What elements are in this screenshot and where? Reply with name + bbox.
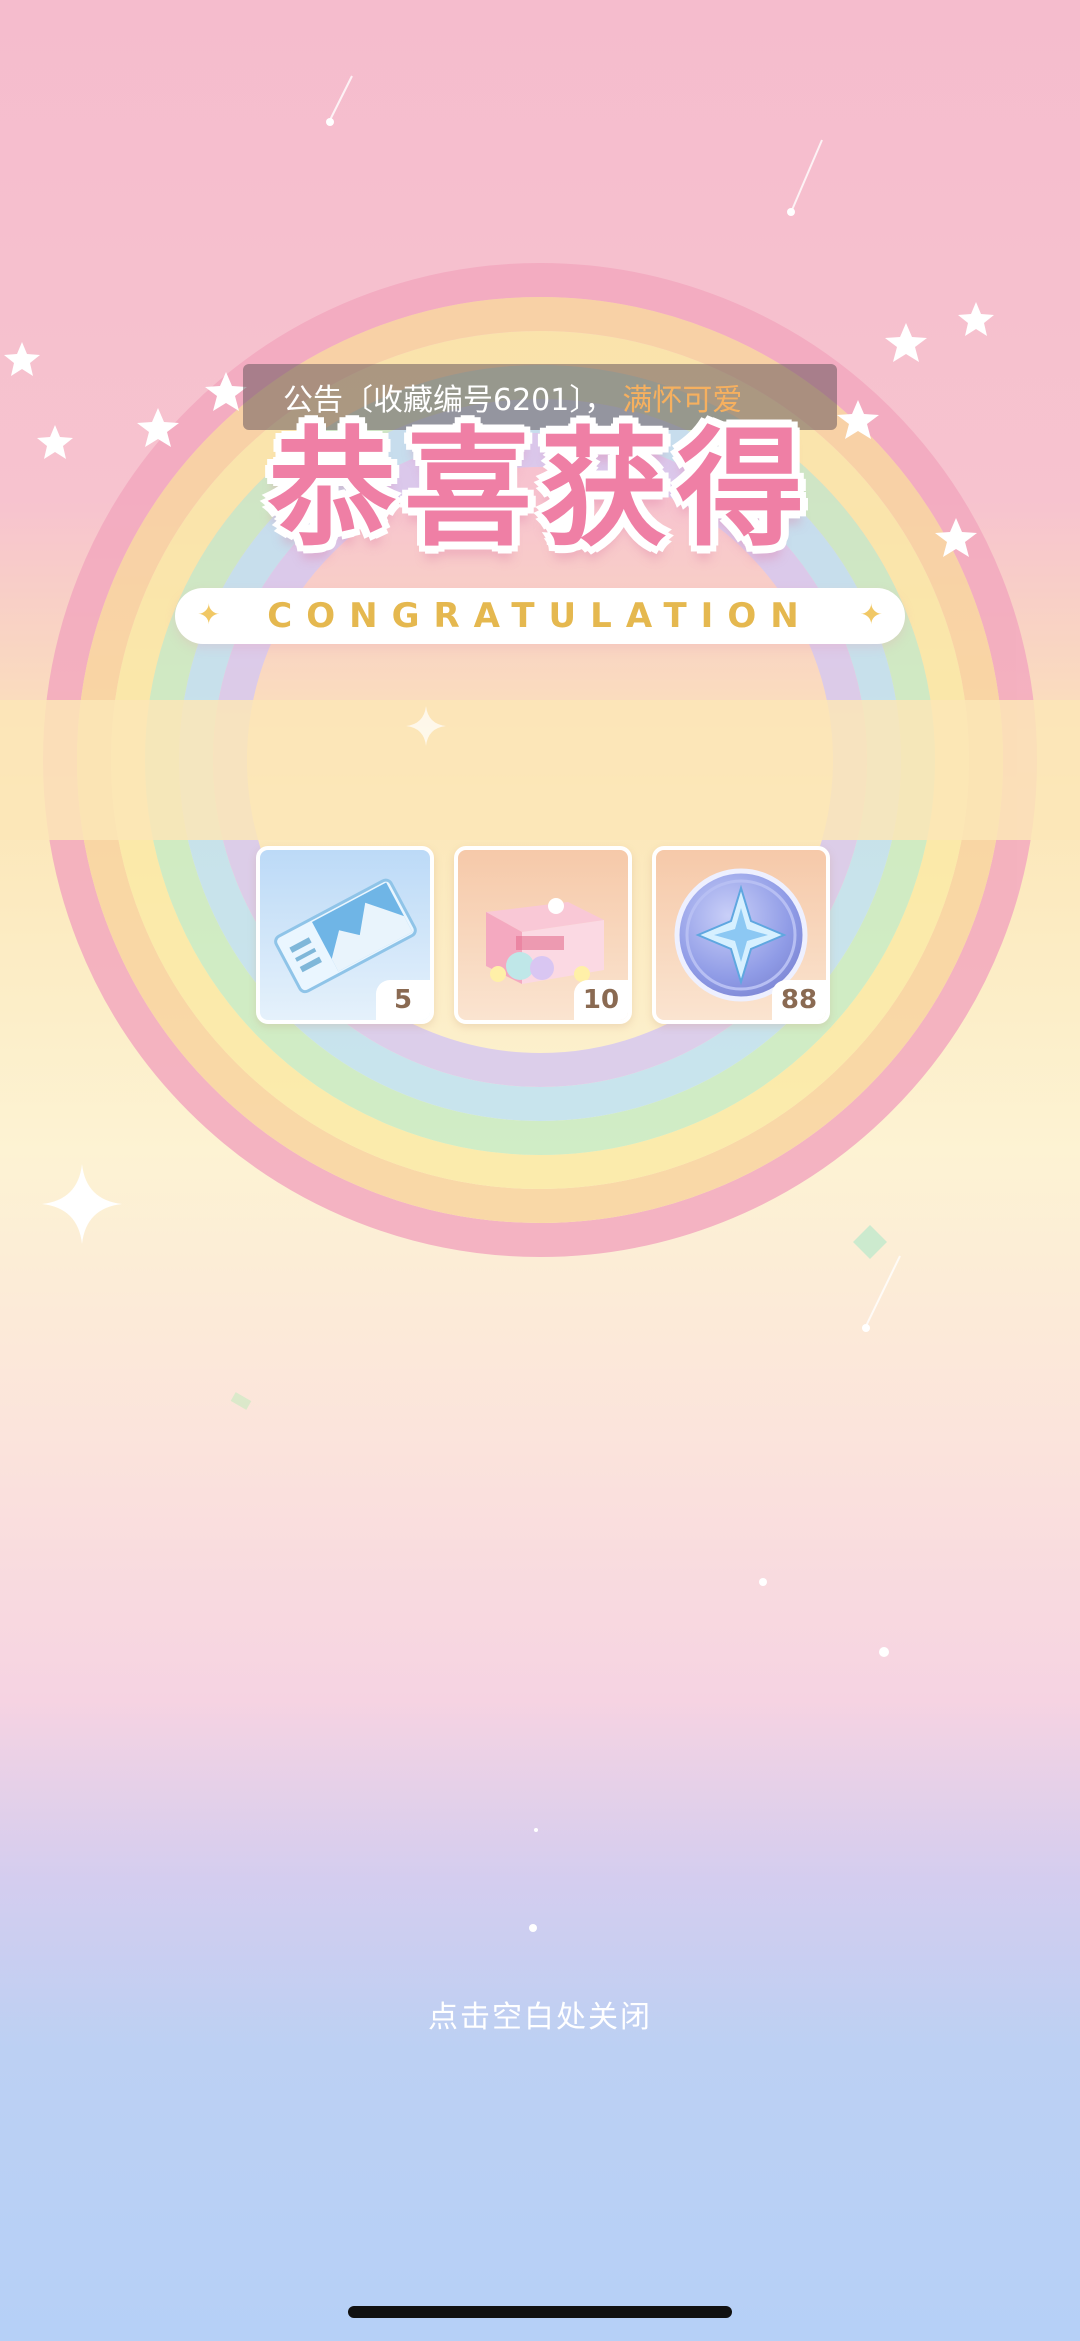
- reward-list: 5 10 88: [256, 846, 830, 1024]
- reward-count: 10: [574, 980, 628, 1020]
- reward-item-ticket[interactable]: 5: [256, 846, 434, 1024]
- reward-count: 5: [376, 980, 430, 1020]
- sparkle-icon: ✦: [859, 598, 883, 631]
- page-title: 恭喜获得: [267, 415, 812, 564]
- reward-item-gift-box[interactable]: 10: [454, 846, 632, 1024]
- congratulation-banner: ✦ CONGRATULATION ✦: [175, 588, 905, 644]
- reward-count: 88: [772, 980, 826, 1020]
- reward-item-star-coin[interactable]: 88: [652, 846, 830, 1024]
- sparkle-icon: ✦: [197, 598, 221, 631]
- background-decoration: [0, 75, 1080, 1932]
- congratulation-text: CONGRATULATION: [267, 596, 813, 636]
- home-indicator[interactable]: [348, 2306, 732, 2318]
- close-hint[interactable]: 点击空白处关闭: [0, 1992, 1080, 2036]
